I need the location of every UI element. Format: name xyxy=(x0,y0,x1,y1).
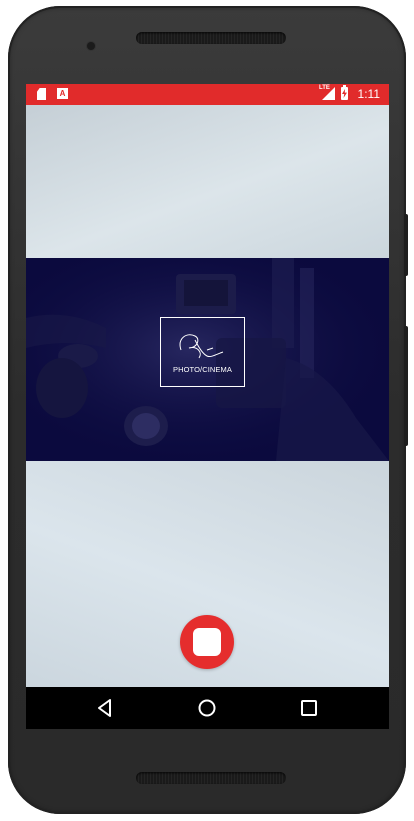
signal-icon xyxy=(322,87,335,100)
home-icon[interactable] xyxy=(196,697,218,719)
power-button xyxy=(404,214,408,276)
hero-banner[interactable]: PHOTO/CINEMA xyxy=(26,258,389,461)
bottom-speaker xyxy=(136,772,286,784)
navigation-bar xyxy=(26,687,389,729)
sd-card-icon xyxy=(37,88,46,100)
stop-icon xyxy=(193,628,221,656)
status-bar: A LTE 1:11 xyxy=(26,84,389,105)
app-screen: A LTE 1:11 PHOTO/CINEMA xyxy=(26,84,389,729)
recents-icon[interactable] xyxy=(298,697,320,719)
battery-charging-icon xyxy=(341,85,348,100)
a-icon: A xyxy=(57,88,68,99)
volume-button xyxy=(404,326,408,446)
status-time: 1:11 xyxy=(357,87,380,101)
signature-logo-icon xyxy=(179,334,224,359)
brand-logo: PHOTO/CINEMA xyxy=(160,317,245,387)
front-camera xyxy=(87,42,95,50)
top-speaker xyxy=(136,32,286,44)
stop-record-button[interactable] xyxy=(180,615,234,669)
top-background xyxy=(26,105,389,258)
back-icon[interactable] xyxy=(94,697,116,719)
brand-logo-text: PHOTO/CINEMA xyxy=(173,365,232,374)
